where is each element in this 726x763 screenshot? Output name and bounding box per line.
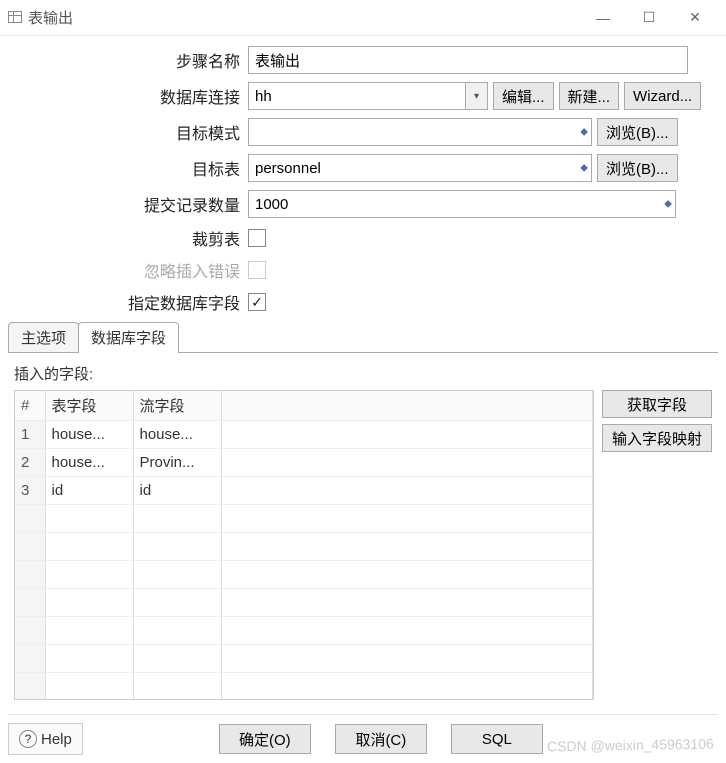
minimize-button[interactable]: — (580, 2, 626, 34)
table-row[interactable]: 1 house... house... (15, 421, 593, 449)
cancel-button[interactable]: 取消(C) (335, 724, 427, 754)
specify-fields-checkbox[interactable] (248, 293, 266, 311)
ignore-insert-err-checkbox (248, 261, 266, 279)
step-name-label: 步骤名称 (8, 48, 248, 72)
table-row[interactable]: 2 house... Provin... (15, 449, 593, 477)
col-stream-field-header[interactable]: 流字段 (133, 391, 221, 421)
target-table-label: 目标表 (8, 156, 248, 180)
table-header-row: # 表字段 流字段 (15, 391, 593, 421)
wizard-button[interactable]: Wizard... (624, 82, 701, 110)
table-output-icon (8, 10, 22, 26)
window-title: 表输出 (28, 7, 580, 28)
browse-schema-button[interactable]: 浏览(B)... (597, 118, 678, 146)
watermark: CSDN @weixin_45963106 (547, 736, 714, 755)
tab-bar: 主选项 数据库字段 (8, 322, 718, 353)
table-row[interactable] (15, 561, 593, 589)
table-row[interactable] (15, 673, 593, 701)
close-button[interactable]: ✕ (672, 2, 718, 34)
target-schema-input[interactable] (248, 118, 592, 146)
field-mapping-button[interactable]: 输入字段映射 (602, 424, 712, 452)
truncate-label: 裁剪表 (8, 226, 248, 250)
help-icon: ? (19, 730, 37, 748)
browse-table-button[interactable]: 浏览(B)... (597, 154, 678, 182)
db-conn-label: 数据库连接 (8, 84, 248, 108)
col-num-header: # (15, 391, 45, 421)
table-row[interactable] (15, 533, 593, 561)
edit-connection-button[interactable]: 编辑... (493, 82, 554, 110)
dialog-content: 步骤名称 数据库连接 ▾ 编辑... 新建... Wizard... 目标模式 … (0, 36, 726, 706)
table-row[interactable] (15, 645, 593, 673)
truncate-checkbox[interactable] (248, 229, 266, 247)
table-row[interactable] (15, 589, 593, 617)
tab-db-fields[interactable]: 数据库字段 (78, 322, 179, 352)
chevron-down-icon[interactable]: ▾ (466, 82, 488, 110)
db-conn-combo[interactable]: ▾ (248, 82, 488, 110)
specify-fields-label: 指定数据库字段 (8, 290, 248, 314)
ignore-insert-err-label: 忽略插入错误 (8, 258, 248, 282)
commit-size-label: 提交记录数量 (8, 192, 248, 216)
help-button[interactable]: ? Help (8, 723, 83, 755)
new-connection-button[interactable]: 新建... (559, 82, 620, 110)
target-table-input[interactable] (248, 154, 592, 182)
maximize-button[interactable]: ☐ (626, 2, 672, 34)
commit-size-input[interactable] (248, 190, 676, 218)
ok-button[interactable]: 确定(O) (219, 724, 311, 754)
sql-button[interactable]: SQL (451, 724, 543, 754)
target-schema-label: 目标模式 (8, 120, 248, 144)
table-row[interactable] (15, 617, 593, 645)
col-spacer (221, 391, 593, 421)
col-table-field-header[interactable]: 表字段 (45, 391, 133, 421)
table-row[interactable]: 3 id id (15, 477, 593, 505)
db-conn-input[interactable] (248, 82, 466, 110)
tab-main[interactable]: 主选项 (8, 322, 79, 352)
step-name-input[interactable] (248, 46, 688, 74)
fields-table[interactable]: # 表字段 流字段 1 house... house... 2 house...… (14, 390, 594, 700)
insert-fields-title: 插入的字段: (8, 353, 718, 390)
get-fields-button[interactable]: 获取字段 (602, 390, 712, 418)
table-row[interactable] (15, 505, 593, 533)
titlebar: 表输出 — ☐ ✕ (0, 0, 726, 36)
